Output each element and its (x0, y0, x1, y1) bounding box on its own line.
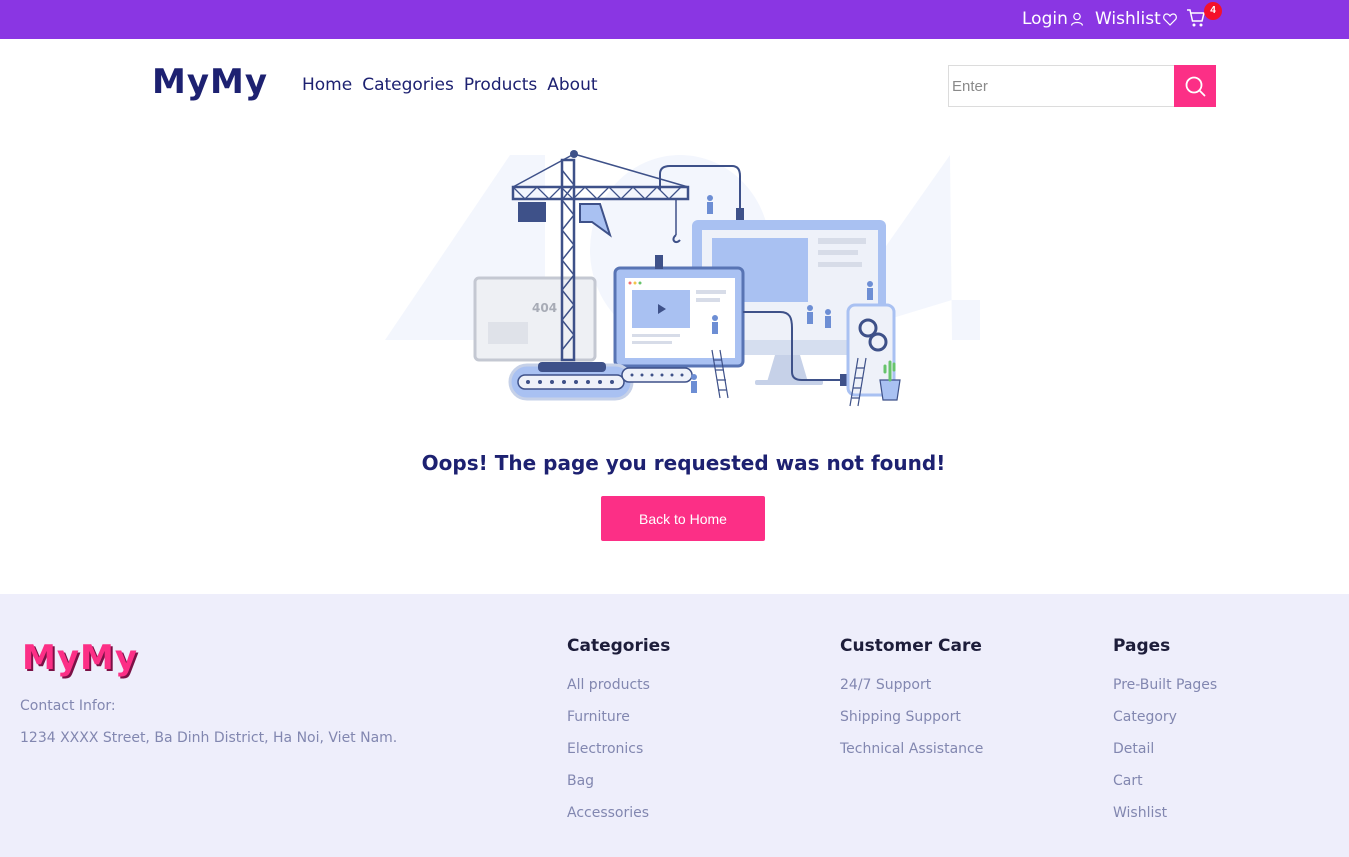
footer-link-bag[interactable]: Bag (567, 773, 670, 805)
footer-link-furniture[interactable]: Furniture (567, 709, 670, 741)
footer-column-title: Categories (567, 636, 671, 656)
footer-link-wishlist[interactable]: Wishlist (1113, 805, 1217, 837)
footer-link-category[interactable]: Category (1113, 709, 1217, 741)
wishlist-label: Wishlist (1095, 9, 1161, 29)
main-nav: Home Categories Products About (302, 75, 608, 95)
footer-link-shipping-support[interactable]: Shipping Support (840, 709, 983, 741)
nav-products[interactable]: Products (464, 75, 537, 95)
error-message: Oops! The page you requested was not fou… (421, 451, 946, 475)
back-to-home-button[interactable]: Back to Home (601, 496, 765, 541)
404-construction-illustration: 404 (385, 150, 980, 407)
footer-link-detail[interactable]: Detail (1113, 741, 1217, 773)
search-input[interactable] (948, 65, 1174, 107)
cart-count-badge: 4 (1204, 2, 1222, 20)
footer-link-all-products[interactable]: All products (567, 677, 670, 709)
footer-column-title: Pages (1113, 636, 1171, 656)
search-icon (1185, 76, 1206, 97)
login-label: Login (1022, 9, 1068, 29)
heart-icon (1162, 12, 1177, 26)
nav-home[interactable]: Home (302, 75, 352, 95)
footer-link-electronics[interactable]: Electronics (567, 741, 670, 773)
footer-link-technical-assistance[interactable]: Technical Assistance (840, 741, 983, 773)
contact-label: Contact Infor: (20, 698, 116, 714)
wishlist-link[interactable]: Wishlist (1095, 9, 1177, 29)
cart-icon (1187, 9, 1205, 27)
user-icon (1070, 12, 1083, 26)
footer-link-accessories[interactable]: Accessories (567, 805, 670, 837)
footer-column-title: Customer Care (840, 636, 982, 656)
illustration-404-text: 404 (532, 301, 557, 315)
nav-about[interactable]: About (547, 75, 597, 95)
footer-link-pre-built-pages[interactable]: Pre-Built Pages (1113, 677, 1217, 709)
footer-logo[interactable]: MyMy (22, 638, 138, 678)
top-bar: Login Wishlist 4 (0, 0, 1349, 39)
footer-customer-care-column: Customer Care 24/7 Support Shipping Supp… (840, 636, 983, 773)
login-link[interactable]: Login (1022, 9, 1084, 29)
footer-link-support[interactable]: 24/7 Support (840, 677, 983, 709)
footer-categories-column: Categories All products Furniture Electr… (567, 636, 670, 837)
nav-categories[interactable]: Categories (362, 75, 454, 95)
contact-address: 1234 XXXX Street, Ba Dinh District, Ha N… (20, 730, 398, 746)
site-logo[interactable]: MyMy (152, 62, 268, 102)
footer-pages-column: Pages Pre-Built Pages Category Detail Ca… (1113, 636, 1217, 837)
footer-link-cart[interactable]: Cart (1113, 773, 1217, 805)
search-button[interactable] (1174, 65, 1216, 107)
